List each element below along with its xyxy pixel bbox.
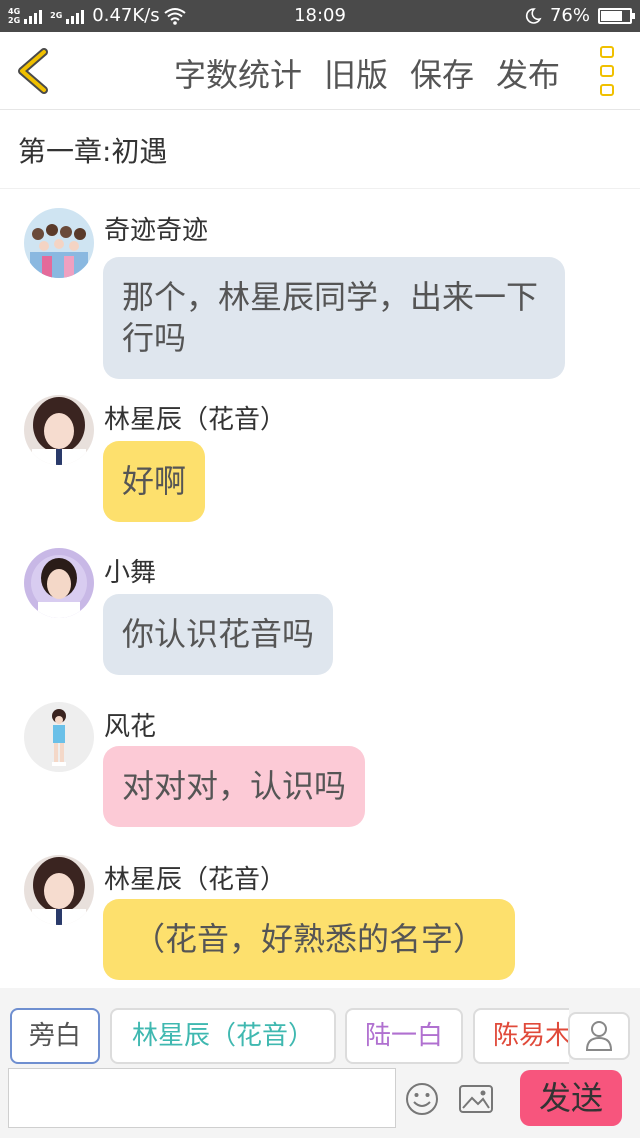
- image-icon: [459, 1085, 493, 1113]
- status-right: 76%: [524, 5, 635, 26]
- message-bubble[interactable]: 好啊: [103, 441, 206, 522]
- editor-toolbar: 字数统计 旧版 保存 发布: [0, 32, 640, 110]
- more-menu-icon[interactable]: [600, 46, 614, 96]
- character-chip-lu-yibai[interactable]: 陆一白: [345, 1008, 463, 1064]
- message-list: 奇迹奇迹 那个，林星辰同学，出来一下行吗 林星辰（花音） 好啊 小舞 你认识花音…: [0, 190, 640, 985]
- toolbar-actions: 字数统计 旧版 保存 发布: [174, 50, 560, 96]
- publish-button[interactable]: 发布: [496, 50, 560, 96]
- sender-name: 奇迹奇迹: [104, 216, 209, 246]
- message-input[interactable]: [8, 1068, 396, 1128]
- chapter-title[interactable]: 第一章:初遇: [18, 130, 167, 170]
- emoji-button[interactable]: [405, 1082, 439, 1116]
- save-button[interactable]: 保存: [410, 50, 474, 96]
- message-bubble[interactable]: 对对对，认识吗: [103, 746, 366, 827]
- status-bar: 4G 2G 2G 0.47K/s 18:09 76%: [0, 0, 640, 32]
- message-bubble[interactable]: （花音，好熟悉的名字）: [103, 899, 516, 980]
- avatar[interactable]: [24, 702, 94, 772]
- character-chip-chen-yimu[interactable]: 陈易木: [473, 1008, 569, 1064]
- battery-fill: [601, 10, 623, 21]
- avatar[interactable]: [24, 208, 94, 278]
- character-bar: 旁白 林星辰（花音） 陆一白 陈易木: [0, 988, 640, 1068]
- back-button[interactable]: [14, 48, 54, 94]
- send-button[interactable]: 发送: [520, 1070, 622, 1126]
- message-bubble[interactable]: 那个，林星辰同学，出来一下行吗: [103, 257, 565, 379]
- input-bar: 发送: [0, 1068, 640, 1138]
- message-bubble[interactable]: 你认识花音吗: [103, 594, 334, 675]
- sender-name: 风花: [104, 712, 157, 742]
- user-icon: [585, 1021, 613, 1051]
- word-count-button[interactable]: 字数统计: [174, 50, 302, 96]
- sender-name: 林星辰（花音）: [104, 865, 287, 895]
- image-button[interactable]: [458, 1084, 494, 1114]
- moon-icon: [525, 7, 542, 24]
- battery-icon: [598, 7, 635, 24]
- sender-name: 小舞: [104, 558, 157, 588]
- avatar[interactable]: [24, 855, 94, 925]
- chevron-left-icon: [18, 48, 48, 94]
- old-version-button[interactable]: 旧版: [324, 50, 388, 96]
- character-chip-lin-xingchen[interactable]: 林星辰（花音）: [110, 1008, 336, 1064]
- character-chip-narrator[interactable]: 旁白: [10, 1008, 100, 1064]
- battery-percent: 76%: [549, 5, 590, 26]
- avatar[interactable]: [24, 395, 94, 465]
- sender-name: 林星辰（花音）: [104, 405, 287, 435]
- smiley-icon: [406, 1083, 438, 1115]
- avatar[interactable]: [24, 548, 94, 618]
- divider: [0, 188, 640, 189]
- add-character-button[interactable]: [568, 1012, 630, 1060]
